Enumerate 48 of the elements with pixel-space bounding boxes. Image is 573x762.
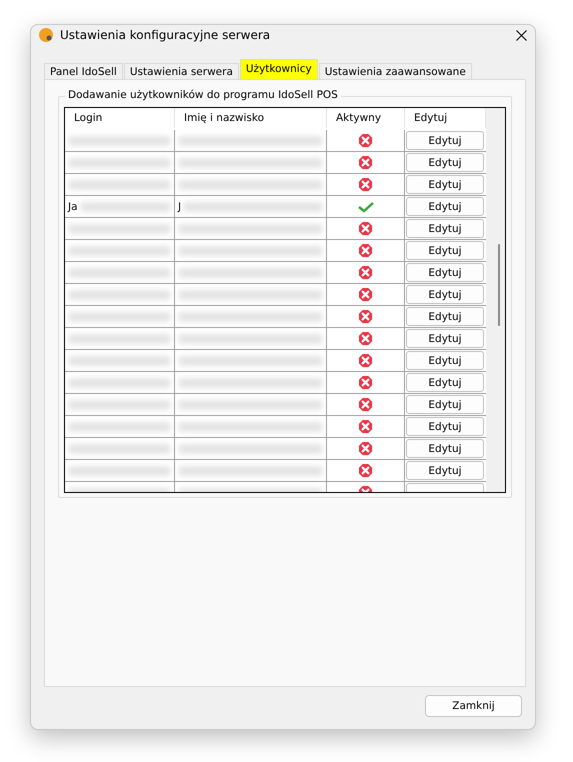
cross-icon — [358, 331, 373, 346]
cross-icon — [358, 243, 373, 258]
cross-icon — [358, 353, 373, 368]
edit-button[interactable]: Edytuj — [406, 461, 484, 480]
edit-button[interactable]: Edytuj — [406, 373, 484, 392]
close-button[interactable]: Zamknij — [425, 695, 522, 717]
cross-icon — [358, 155, 373, 170]
edit-button[interactable]: Edytuj — [406, 285, 484, 304]
cross-icon — [358, 309, 373, 324]
tab[interactable]: Ustawienia zaawansowane — [318, 63, 472, 79]
column-header: Login — [65, 108, 175, 128]
edit-button[interactable]: Edytuj — [406, 241, 484, 260]
cross-icon — [358, 133, 373, 148]
cross-icon — [358, 375, 373, 390]
column-header: Imię i nazwisko — [175, 108, 327, 128]
edit-button[interactable]: Edytuj — [406, 131, 484, 150]
edit-button[interactable]: Edytuj — [406, 307, 484, 326]
tab[interactable]: Ustawienia serwera — [124, 63, 239, 79]
cross-icon — [358, 265, 373, 280]
edit-button[interactable]: Edytuj — [406, 329, 484, 348]
column-header: Aktywny — [327, 108, 405, 128]
edit-button[interactable]: Edytuj — [406, 175, 484, 194]
cross-icon — [358, 441, 373, 456]
edit-button[interactable]: Edytuj — [406, 351, 484, 370]
edit-button[interactable]: Edytuj — [406, 197, 484, 216]
edit-button[interactable]: Edytuj — [406, 263, 484, 282]
cross-icon — [358, 177, 373, 192]
cross-icon — [358, 419, 373, 434]
window-title: Ustawienia konfiguracyjne serwera — [60, 28, 272, 42]
tab[interactable]: Panel IdoSell — [44, 63, 123, 79]
group-title: Dodawanie użytkowników do programu IdoSell POS — [65, 89, 341, 101]
cross-icon — [358, 397, 373, 412]
edit-button[interactable]: Edytuj — [406, 395, 484, 414]
edit-button[interactable]: Edytuj — [406, 439, 484, 458]
scroll-thumb[interactable] — [498, 244, 500, 326]
cross-icon — [358, 221, 373, 236]
cross-icon — [358, 287, 373, 302]
app-logo-icon — [39, 28, 53, 42]
table-cell: Ja — [68, 200, 78, 212]
table-cell: J — [178, 200, 182, 212]
checkmark-icon — [358, 200, 374, 212]
cross-icon — [358, 463, 373, 478]
edit-button[interactable]: Edytuj — [406, 153, 484, 172]
close-icon[interactable] — [516, 30, 527, 40]
edit-button[interactable]: Edytuj — [406, 417, 484, 436]
edit-button[interactable]: Edytuj — [406, 219, 484, 238]
column-header: Edytuj — [405, 108, 486, 128]
tab[interactable]: Użytkownicy — [240, 59, 318, 79]
